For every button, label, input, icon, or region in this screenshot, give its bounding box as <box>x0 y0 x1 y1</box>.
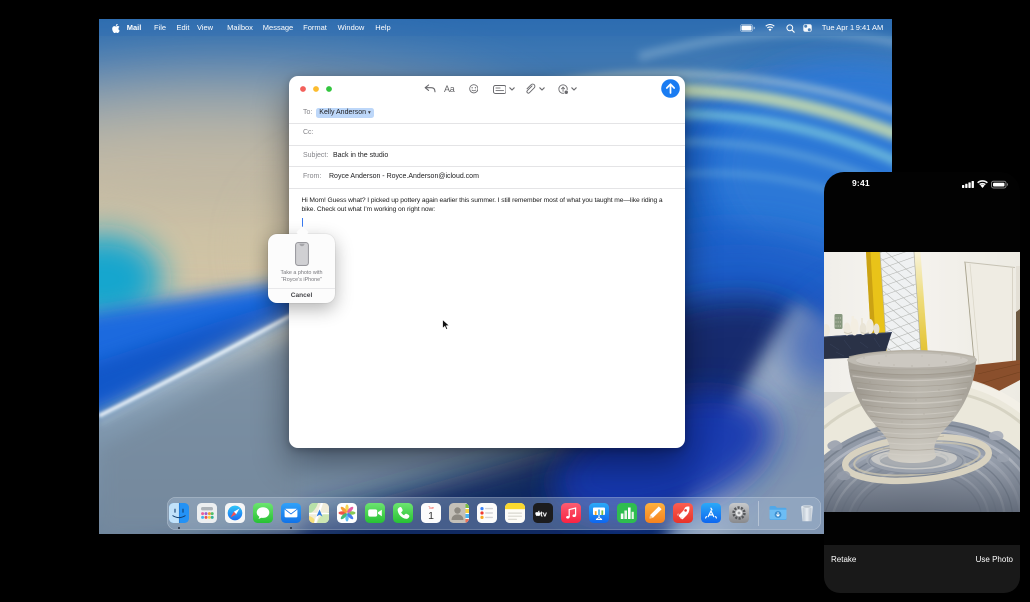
svg-text:tv: tv <box>540 509 547 518</box>
svg-text:1: 1 <box>428 510 434 522</box>
